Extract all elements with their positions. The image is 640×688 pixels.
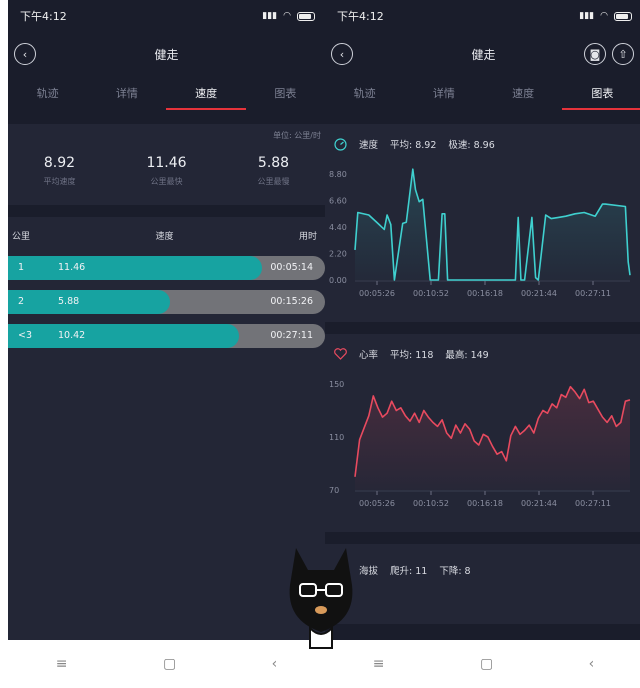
speed-label: 速度: [359, 140, 379, 151]
altitude-up: 爬升: 11: [390, 566, 428, 577]
split-time: 00:27:11: [270, 330, 313, 341]
menu-icon[interactable]: ≡: [56, 656, 68, 672]
tab-details[interactable]: 详情: [97, 85, 157, 101]
split-speed: 10.42: [58, 330, 86, 341]
x-tick-label: 00:27:11: [575, 289, 611, 298]
stat-value: 8.92: [43, 155, 76, 171]
status-bar: 下午4:12 ▮▮▮ ◠: [325, 0, 640, 32]
home-icon[interactable]: ▢: [163, 656, 176, 672]
stat-label: 平均速度: [43, 177, 76, 186]
speed-bar-fill: [8, 324, 240, 348]
back-button[interactable]: ‹: [14, 43, 36, 65]
table-header: 公里 速度 用时: [8, 217, 325, 250]
split-time: 00:05:14: [270, 262, 313, 273]
stat-label: 公里最快: [150, 177, 183, 186]
speed-chart-card: 速度 平均: 8.92 极速: 8.96 8.80 6.60 4.40 2.20 0.0…: [325, 124, 640, 322]
split-km: 2: [18, 296, 25, 307]
split-row: <3 10.42 00:27:11: [8, 324, 325, 348]
split-km: <3: [18, 330, 33, 341]
heart-average: 平均: 118: [390, 350, 434, 361]
y-tick-label: 150: [329, 380, 344, 389]
camera-icon[interactable]: ◙: [584, 43, 606, 65]
status-bar: 下午4:12 ▮▮▮ ◠: [8, 0, 325, 32]
signal-icon: ▮▮▮: [262, 11, 278, 21]
col-speed: 速度: [155, 232, 174, 242]
stat-value: 11.46: [146, 155, 187, 171]
split-row: 1 11.46 00:05:14: [8, 256, 325, 280]
stat-value: 5.88: [257, 155, 290, 171]
wifi-icon: ◠: [600, 11, 608, 21]
heart-chart-card: 心率 平均: 118 最高: 149 150 110 70 00:05:26 00:10…: [325, 334, 640, 532]
y-tick-label: 2.20: [329, 250, 347, 259]
speed-max: 极速: 8.96: [448, 140, 495, 151]
header: ‹ 健走: [8, 32, 325, 76]
header: ‹ 健走 ◙ ⇧: [325, 32, 640, 76]
heart-chart: 150 110 70 00:05:26 00:10:52 00:16:18 00:21:44…: [329, 380, 631, 508]
split-speed: 11.46: [58, 262, 86, 273]
split-speed: 5.88: [58, 296, 80, 307]
speed-average: 平均: 8.92: [390, 140, 437, 151]
y-tick-label: 0.00: [329, 276, 347, 285]
x-tick-label: 00:05:26: [359, 289, 395, 298]
split-time: 00:15:26: [270, 296, 313, 307]
home-icon[interactable]: ▢: [480, 656, 493, 672]
split-km: 1: [18, 262, 25, 273]
x-tick-label: 00:21:44: [521, 499, 557, 508]
heart-label: 心率: [359, 350, 379, 361]
signal-icon: ▮▮▮: [579, 11, 595, 21]
stat-slowest: 5.88 公里最慢: [258, 155, 290, 187]
speedometer-icon: [333, 137, 347, 151]
x-tick-label: 00:27:11: [575, 499, 611, 508]
speed-bar-fill: [8, 290, 170, 314]
status-time: 下午4:12: [337, 10, 384, 23]
unit-label: 单位: 公里/时: [273, 131, 321, 140]
share-icon[interactable]: ⇧: [612, 43, 634, 65]
x-tick-label: 00:05:26: [359, 499, 395, 508]
speed-summary-card: 单位: 公里/时 8.92 平均速度 11.46 公里最快 5.88 公里最慢: [8, 124, 325, 205]
tab-details[interactable]: 详情: [414, 85, 474, 101]
y-tick-label: 8.80: [329, 170, 347, 179]
page-title: 健走: [471, 47, 496, 62]
y-tick-label: 110: [329, 433, 344, 442]
page-title: 健走: [154, 47, 179, 62]
tab-bar: 轨迹 详情 速度 图表: [325, 76, 640, 110]
tab-bar: 轨迹 详情 速度 图表: [8, 76, 325, 110]
y-tick-label: 70: [329, 486, 339, 495]
x-tick-label: 00:21:44: [521, 289, 557, 298]
altitude-down: 下降: 8: [439, 566, 471, 577]
speed-chart: 8.80 6.60 4.40 2.20 0.00 00:05:26 00:10:52 00:1…: [329, 168, 631, 298]
battery-icon: [614, 11, 632, 21]
back-icon[interactable]: ‹: [589, 656, 595, 672]
x-tick-label: 00:16:18: [467, 499, 503, 508]
heart-max: 最高: 149: [445, 350, 489, 361]
y-tick-label: 6.60: [329, 197, 347, 206]
col-time: 用时: [298, 232, 317, 242]
battery-icon: [297, 11, 315, 21]
tab-track[interactable]: 轨迹: [18, 85, 78, 101]
heart-icon: [333, 347, 347, 361]
status-time: 下午4:12: [20, 10, 67, 23]
tab-speed[interactable]: 速度: [493, 85, 553, 101]
speed-bar-fill: [8, 256, 262, 280]
back-button[interactable]: ‹: [331, 43, 353, 65]
wifi-icon: ◠: [283, 11, 291, 21]
watermark-logo: [289, 548, 353, 649]
tab-charts[interactable]: 图表: [255, 85, 315, 101]
tab-speed[interactable]: 速度: [166, 85, 247, 110]
tab-track[interactable]: 轨迹: [335, 85, 395, 101]
y-tick-label: 4.40: [329, 223, 347, 232]
split-row: 2 5.88 00:15:26: [8, 290, 325, 314]
x-tick-label: 00:10:52: [413, 289, 449, 298]
col-km: 公里: [12, 232, 31, 242]
x-tick-label: 00:16:18: [467, 289, 503, 298]
stat-label: 公里最慢: [257, 177, 290, 186]
stat-fastest: 11.46 公里最快: [146, 155, 186, 187]
tab-charts[interactable]: 图表: [562, 85, 640, 110]
x-tick-label: 00:10:52: [413, 499, 449, 508]
stat-average: 8.92 平均速度: [43, 155, 75, 187]
